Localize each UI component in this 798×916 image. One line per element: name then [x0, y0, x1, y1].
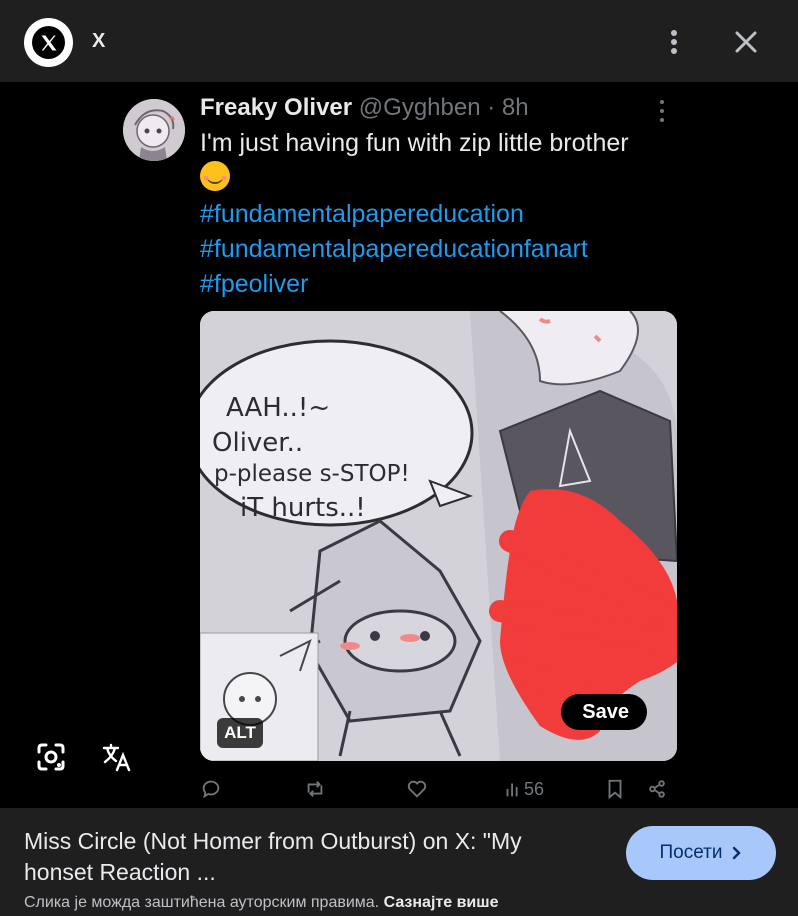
hashtag-link[interactable]: #fpeoliver	[200, 267, 690, 302]
chevron-right-icon	[733, 846, 742, 860]
tweet-time: 8h	[501, 94, 529, 121]
tweet-header: Freaky Oliver @Gyghben · 8h	[200, 94, 529, 122]
reply-icon	[202, 780, 220, 799]
tweet-text: I'm just having fun with zip little brot…	[200, 129, 629, 157]
result-card: Miss Circle (Not Homer from Outburst) on…	[0, 808, 798, 916]
like-button[interactable]	[406, 776, 428, 802]
google-lens-icon[interactable]	[36, 742, 66, 772]
alt-badge[interactable]: ALT	[217, 718, 263, 748]
bubble-line: Oliver..	[212, 428, 303, 458]
more-options-icon[interactable]	[664, 28, 684, 56]
learn-more-link[interactable]: Сазнајте више	[384, 894, 499, 911]
views-count: 56	[524, 778, 545, 799]
save-button[interactable]: Save	[561, 694, 647, 730]
bubble-line: p-please s-STOP!	[214, 461, 410, 487]
x-app-logo[interactable]	[24, 18, 73, 67]
bookmark-button[interactable]	[604, 776, 626, 802]
share-icon	[649, 780, 665, 798]
heart-icon	[407, 780, 427, 798]
x-logo-icon	[32, 26, 65, 59]
bubble-line: AAH..!~	[226, 393, 330, 423]
avatar[interactable]	[123, 99, 185, 161]
source-title[interactable]: Miss Circle (Not Homer from Outburst) on…	[24, 826, 594, 888]
tweet-actions: 56	[200, 776, 680, 802]
visit-button[interactable]: Посети	[626, 826, 776, 880]
repost-button[interactable]	[304, 776, 326, 802]
tweet-more-icon[interactable]	[658, 100, 666, 122]
bookmark-icon	[608, 779, 622, 800]
hashtag-link[interactable]: #fundamentalpapereducation	[200, 197, 690, 232]
blush-emoji-icon	[200, 161, 230, 191]
copyright-notice: Слика је можда заштићена ауторским прави…	[24, 894, 498, 912]
app-title: X	[92, 30, 106, 52]
tweet-body: I'm just having fun with zip little brot…	[200, 126, 690, 302]
bubble-line: iT hurts..!	[240, 493, 366, 523]
reply-button[interactable]	[200, 776, 222, 802]
views-button[interactable]: 56	[502, 776, 544, 802]
display-name[interactable]: Freaky Oliver	[200, 94, 352, 121]
close-icon[interactable]	[730, 26, 762, 58]
visit-label: Посети	[659, 842, 723, 863]
views-icon	[506, 783, 518, 797]
share-button[interactable]	[646, 776, 668, 802]
copyright-text: Слика је можда заштићена ауторским прави…	[24, 894, 380, 911]
repost-icon	[307, 781, 323, 797]
viewer-top-bar: X	[0, 0, 798, 82]
tweet-preview[interactable]: Freaky Oliver @Gyghben · 8h I'm just hav…	[103, 82, 697, 808]
handle[interactable]: @Gyghben	[359, 94, 481, 121]
meta-separator: ·	[480, 94, 502, 121]
translate-icon[interactable]	[101, 741, 133, 773]
hashtag-link[interactable]: #fundamentalpapereducationfanart	[200, 232, 690, 267]
